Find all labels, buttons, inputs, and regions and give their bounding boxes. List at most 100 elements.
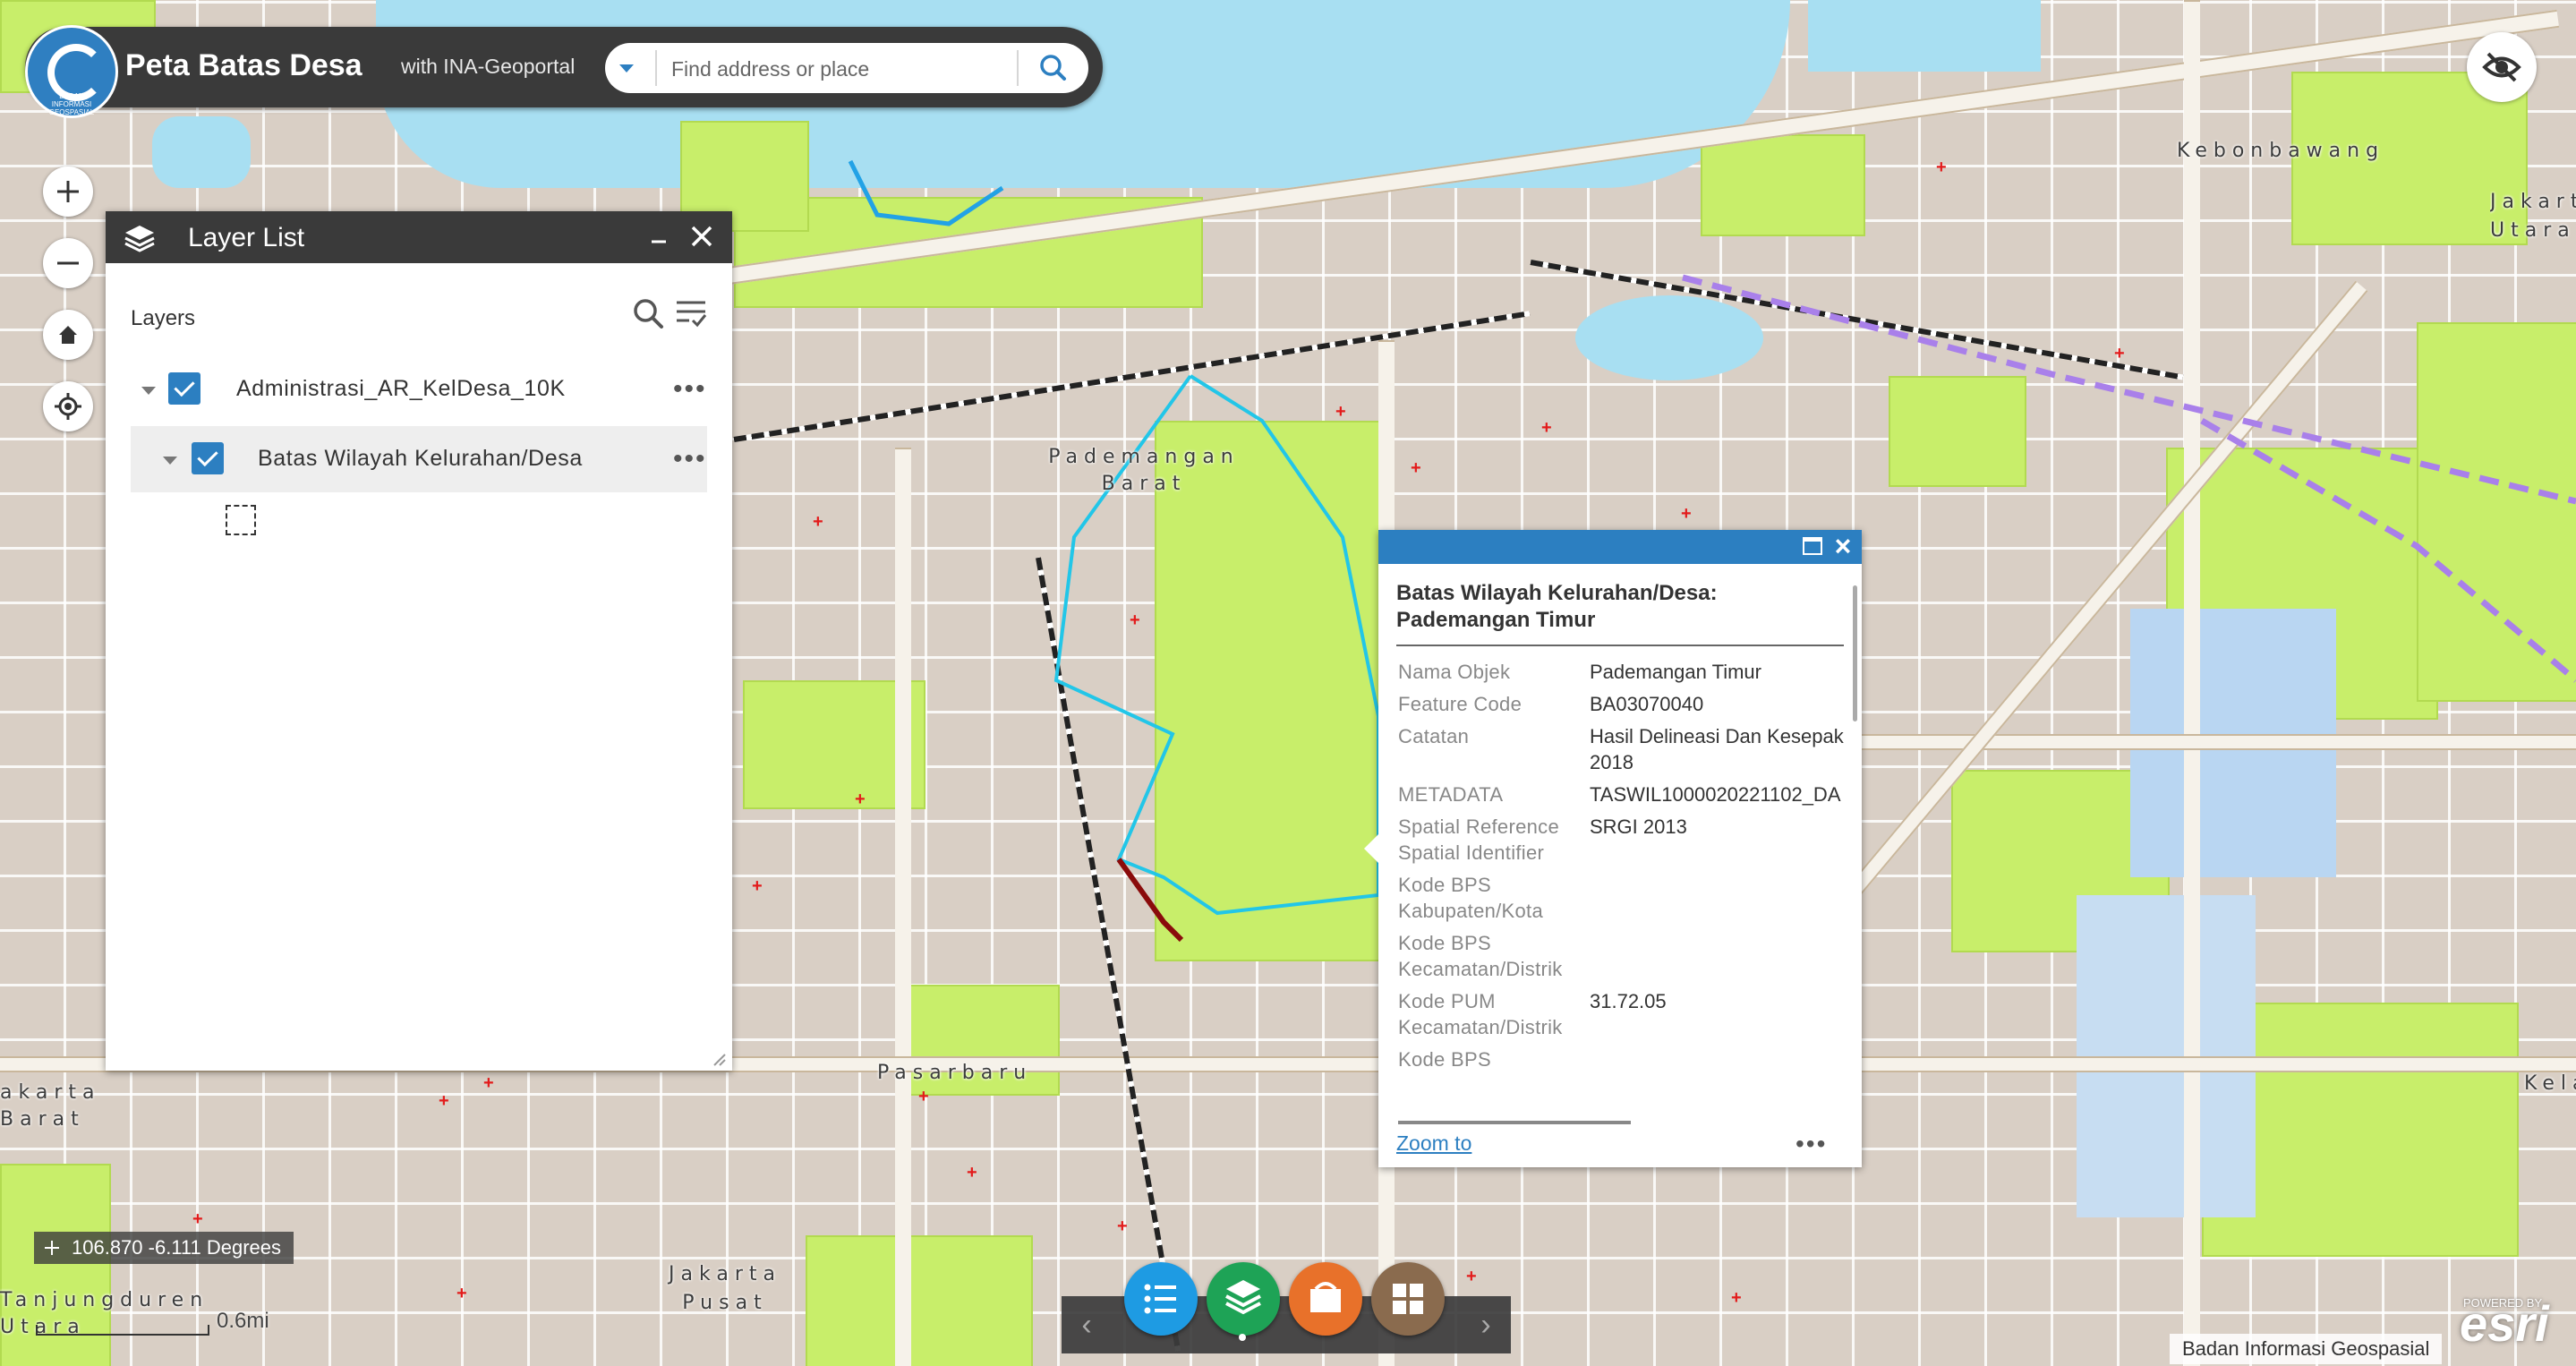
locate-button[interactable] [43,381,93,431]
esri-logo[interactable]: esri [2460,1294,2549,1353]
zoom-out-button[interactable] [43,238,93,288]
divider [1017,50,1019,86]
attribute-row: Feature Code BA03070040 [1398,691,1846,717]
hospital-marker: + [456,1284,467,1303]
home-button[interactable] [43,310,93,360]
zoom-in-button[interactable] [43,166,93,217]
attribute-row: Catatan Hasil Delineasi Dan Kesepak 2018 [1398,723,1846,775]
hospital-marker: + [1466,1267,1477,1286]
attribute-row: Nama Objek Pademangan Timur [1398,659,1846,685]
search-source-dropdown[interactable] [616,57,637,79]
search-icon [634,299,663,329]
layer-list-title: Layer List [188,223,305,252]
minimize-icon [652,240,666,243]
attribute-value [1590,1046,1846,1072]
popup-titlebar: × [1378,530,1862,564]
layer-list-widget-button[interactable] [1207,1262,1280,1336]
map-label-kelapa: Kela [2524,1072,2576,1095]
map-label-pasar-baru: Pasarbaru [877,1062,1033,1084]
collapse-caret-icon[interactable] [163,457,177,465]
layer-search-button[interactable] [630,295,666,336]
attribute-key: Kode PUM Kecamatan/Distrik [1398,990,1563,1038]
admin-boundary-dashed-2 [2200,417,2576,683]
legend-swatch [226,505,256,535]
attribute-value: BA03070040 [1590,693,1704,715]
hospital-marker: + [192,1209,203,1229]
scale-bar [36,1325,209,1336]
app-subtitle: with INA-Geoportal [401,55,576,78]
hospital-marker: + [813,512,823,532]
attribute-key: Spatial Reference Spatial Identifier [1398,815,1559,864]
layer-checkbox[interactable] [168,372,200,405]
hospital-marker: + [1130,610,1140,630]
toggle-visibility-button[interactable] [2467,32,2537,102]
attribute-value: Hasil Delineasi Dan Kesepak 2018 [1590,725,1844,773]
layer-row[interactable]: Administrasi_AR_KelDesa_10K ••• [131,356,707,423]
attribute-row: Spatial Reference Spatial Identifier SRGI… [1398,814,1846,866]
attribute-key: Catatan [1398,725,1470,747]
layer-list-panel: Layer List Layers Administrasi_AR_KelDes… [106,211,732,1071]
attribute-key: Nama Objek [1398,661,1511,683]
attribute-value: TASWIL1000020221102_DA [1590,783,1841,806]
basemap-widget-button[interactable] [1289,1262,1362,1336]
scrollbar[interactable] [1853,585,1857,721]
attribute-key: Feature Code [1398,693,1523,715]
coordinate-text: 106.870 -6.111 Degrees [72,1236,282,1259]
coordinate-readout[interactable]: 106.870 -6.111 Degrees [34,1232,294,1264]
map-label-kebonbawang: Kebonbawang [2177,140,2385,162]
search-input[interactable] [670,54,1013,84]
close-button[interactable] [686,220,718,252]
admin-boundary-dashed [1682,274,2576,505]
maximize-icon[interactable] [1803,537,1822,555]
hospital-marker: + [1411,458,1421,478]
layer-label: Administrasi_AR_KelDesa_10K [236,376,566,401]
basemap-icon [1310,1282,1341,1312]
widgets-grid-button[interactable] [1371,1262,1445,1336]
feature-popup: × Batas Wilayah Kelurahan/Desa: Pademang… [1364,530,1862,1167]
attribute-row: Kode BPS [1398,1046,1846,1072]
resize-handle[interactable] [712,1053,727,1067]
toolbar-prev-button[interactable]: ‹ [1070,1309,1103,1341]
minimize-button[interactable] [643,222,675,254]
attribute-table: Nama Objek Pademangan Timur Feature Code B… [1398,659,1846,1115]
layer-checkbox[interactable] [192,442,224,474]
hospital-marker: + [483,1073,494,1093]
map-label-jakarta-pusat: Jakarta Pusat [669,1263,781,1314]
layers-heading: Layers [131,306,196,330]
hospital-marker: + [1335,402,1346,422]
plus-icon [57,181,79,202]
horizontal-scrollbar[interactable] [1398,1121,1631,1124]
toolbar-next-button[interactable]: › [1470,1309,1502,1341]
hospital-marker: + [2114,344,2125,363]
zoom-to-link[interactable]: Zoom to [1396,1131,1471,1156]
coast-path [848,159,1004,226]
attribute-row: METADATA TASWIL1000020221102_DA [1398,781,1846,807]
locate-icon [55,393,81,420]
hospital-marker: + [1731,1288,1742,1308]
hospital-marker: + [1117,1217,1128,1236]
attribute-row: Kode BPS Kabupaten/Kota [1398,872,1846,924]
attribute-value: SRGI 2013 [1590,815,1687,838]
hospital-marker: + [1681,504,1692,524]
map-label-jakarta-barat: akarta Barat [0,1081,101,1131]
collapse-caret-icon[interactable] [141,387,156,395]
popup-more-options-button[interactable]: ••• [1796,1130,1827,1158]
layer-label: Batas Wilayah Kelurahan/Desa [258,446,583,471]
minus-icon [57,261,79,265]
app-title: Peta Batas Desa [125,48,363,82]
layer-more-options-button[interactable]: ••• [673,374,707,405]
close-icon[interactable]: × [1831,532,1855,560]
app-logo: BADAN INFORMASI GEOSPASIAL [25,25,118,118]
attribute-value: Pademangan Timur [1590,661,1761,683]
layer-row[interactable]: Batas Wilayah Kelurahan/Desa ••• [131,426,707,492]
legend-widget-button[interactable] [1124,1262,1198,1336]
popup-title: Batas Wilayah Kelurahan/Desa: Pademangan… [1396,581,1718,632]
search-button[interactable] [1031,50,1074,86]
layer-options-button[interactable] [673,295,709,336]
toolbar-page-indicator [1239,1334,1246,1341]
layer-more-options-button[interactable]: ••• [673,444,707,474]
hospital-marker: + [1541,418,1552,438]
divider [655,50,657,86]
popup-pointer [1364,834,1378,863]
logo-caption: BADAN INFORMASI GEOSPASIAL [48,92,95,116]
